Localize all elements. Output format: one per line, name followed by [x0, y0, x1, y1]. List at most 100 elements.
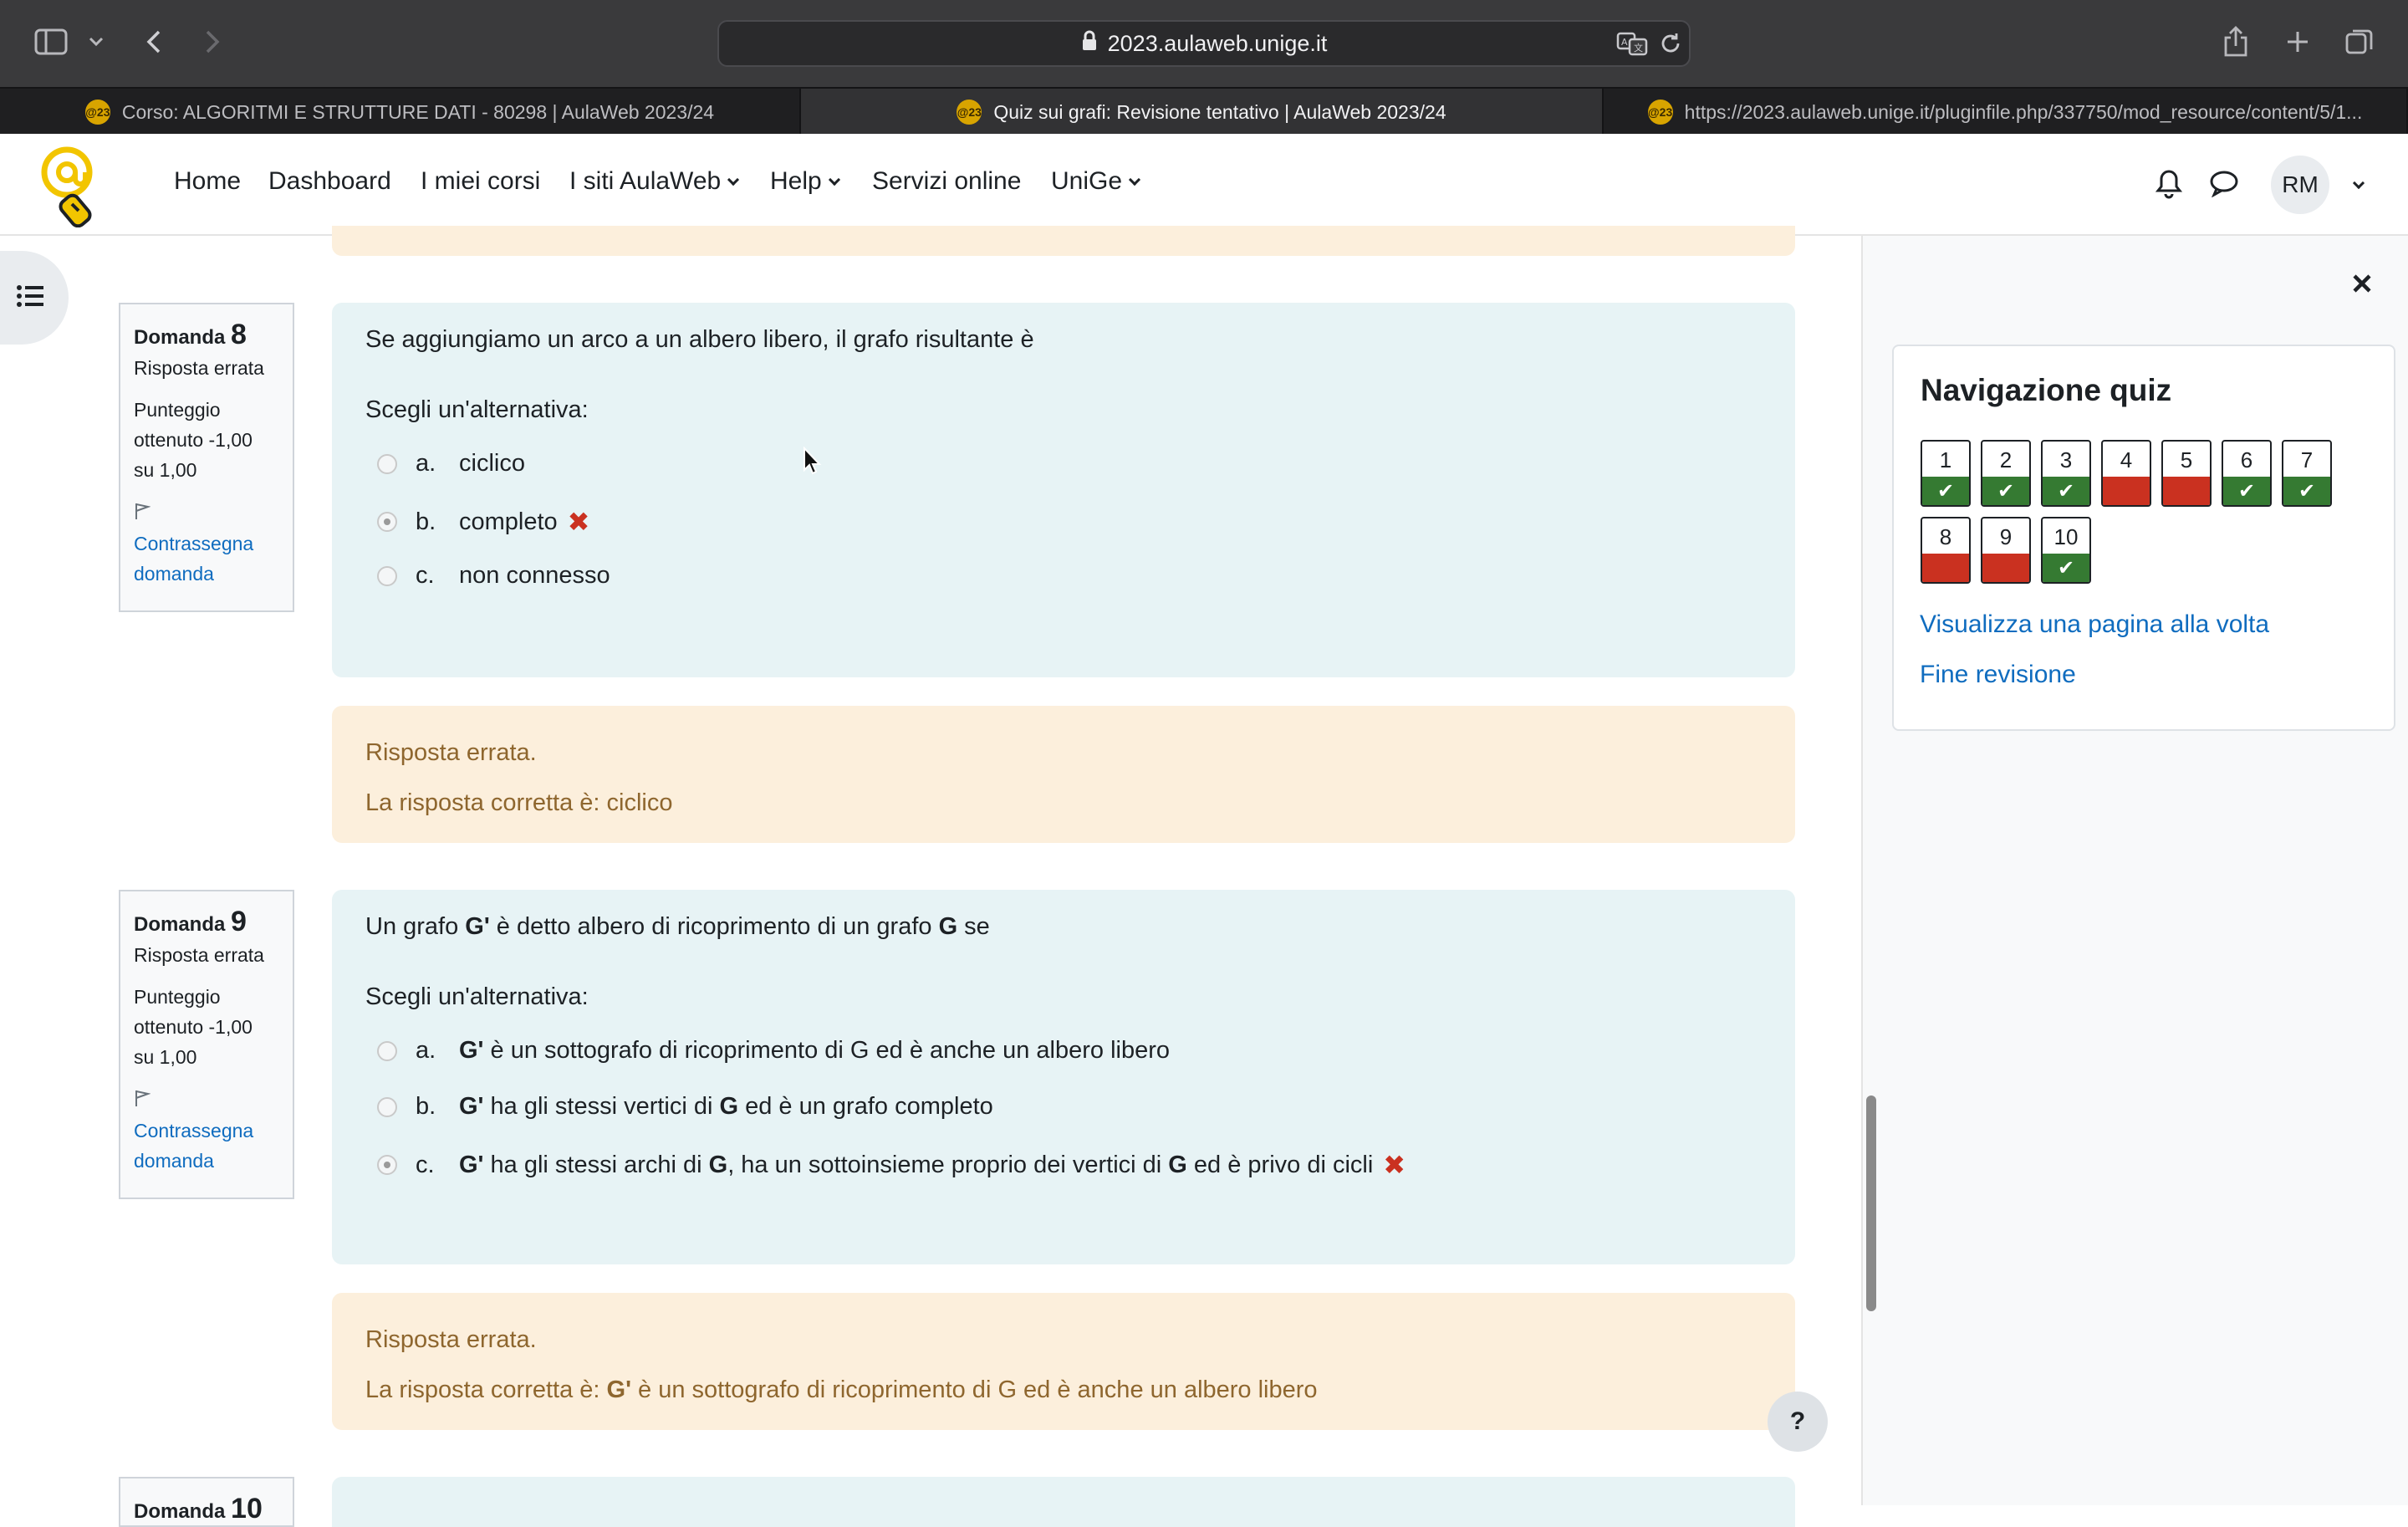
share-icon[interactable]	[2221, 23, 2251, 60]
avatar: RM	[2271, 156, 2329, 214]
nav-unige[interactable]: UniGe	[1051, 167, 1141, 196]
question-feedback-9: Risposta errata. La risposta corretta è:…	[332, 1293, 1795, 1430]
nav-unige-label: UniGe	[1051, 167, 1123, 195]
option-text: non connesso	[459, 562, 610, 589]
nav-aulaweb-sites[interactable]: I siti AulaWeb	[569, 167, 740, 196]
svg-text:A: A	[1621, 37, 1628, 48]
answer-prompt: Scegli un'alternativa:	[365, 396, 589, 423]
forward-icon[interactable]	[197, 27, 227, 57]
feedback-status: Risposta errata.	[365, 1326, 537, 1353]
nav-aulaweb-sites-label: I siti AulaWeb	[569, 167, 722, 195]
address-bar[interactable]: 2023.aulaweb.unige.it	[717, 20, 1691, 67]
lock-icon	[1081, 30, 1098, 58]
nav-help[interactable]: Help	[770, 167, 840, 196]
answer-option-a: a. ciclico	[377, 450, 525, 478]
option-text: G' ha gli stessi archi di G, ha un sotto…	[459, 1151, 1374, 1178]
check-icon: ✔	[2223, 477, 2270, 505]
radio-button[interactable]	[377, 453, 397, 474]
help-button-label: ?	[1789, 1407, 1806, 1435]
radio-button[interactable]	[377, 1096, 397, 1117]
nav-dashboard[interactable]: Dashboard	[268, 167, 391, 196]
correct-answer: La risposta corretta è: ciclico	[365, 789, 673, 816]
option-text: completo	[459, 508, 558, 535]
question-number: Domanda 8	[134, 319, 247, 350]
back-icon[interactable]	[139, 27, 169, 57]
chevron-down-icon	[828, 173, 840, 186]
tab-overview-icon[interactable]	[2343, 25, 2376, 59]
question-text: Se aggiungiamo un arco a un albero liber…	[365, 326, 1034, 353]
incorrect-icon: ✖	[1383, 1150, 1406, 1180]
answer-option-b: b. completo ✖	[377, 506, 589, 538]
nav-online-services[interactable]: Servizi online	[872, 167, 1021, 196]
browser-tab[interactable]: @23 Corso: ALGORITMI E STRUTTURE DATI - …	[0, 89, 801, 135]
translate-icon[interactable]: A文	[1615, 28, 1650, 59]
question-content-9: Un grafo G' è detto albero di ricoprimen…	[332, 890, 1795, 1264]
bell-icon[interactable]	[2155, 169, 2186, 199]
tab-title: Corso: ALGORITMI E STRUTTURE DATI - 8029…	[121, 100, 715, 123]
quiz-nav-button-1[interactable]: 1 ✔	[1921, 440, 1971, 507]
radio-button[interactable]	[377, 565, 397, 586]
question-info-8: Domanda 8 Risposta errata Punteggio otte…	[119, 303, 294, 612]
radio-button[interactable]	[377, 1040, 397, 1061]
question-content-8: Se aggiungiamo un arco a un albero liber…	[332, 303, 1795, 677]
question-info-10: Domanda 10	[119, 1477, 294, 1527]
answer-option-b: b. G' ha gli stessi vertici di G ed è un…	[377, 1093, 993, 1121]
svg-text:文: 文	[1634, 42, 1643, 54]
quiz-nav-button-4[interactable]: 4	[2101, 440, 2151, 507]
question-text: Un grafo G' è detto albero di ricoprimen…	[365, 913, 990, 940]
reload-icon[interactable]	[1657, 30, 1684, 57]
avatar-initials: RM	[2282, 171, 2319, 197]
incorrect-status	[2103, 477, 2150, 505]
show-one-page-link[interactable]: Visualizza una pagina alla volta	[1920, 610, 2269, 639]
user-menu[interactable]: RM	[2271, 156, 2371, 214]
help-button[interactable]: ?	[1768, 1392, 1828, 1452]
tab-bar: @23 Corso: ALGORITMI E STRUTTURE DATI - …	[0, 87, 2408, 135]
radio-button-selected[interactable]	[377, 512, 397, 532]
nav-my-courses[interactable]: I miei corsi	[421, 167, 540, 196]
question-number: Domanda 10	[134, 1493, 263, 1524]
incorrect-status	[2163, 477, 2210, 505]
new-tab-icon[interactable]	[2283, 27, 2313, 57]
quiz-nav-button-7[interactable]: 7 ✔	[2282, 440, 2332, 507]
quiz-nav-button-8[interactable]: 8	[1921, 517, 1971, 584]
chat-bubble-icon[interactable]	[2209, 169, 2241, 199]
chevron-down-icon[interactable]	[85, 30, 107, 54]
question-grade: Punteggio ottenuto -1,00 su 1,00	[134, 399, 253, 481]
course-index-toggle[interactable]	[0, 251, 69, 345]
question-state: Risposta errata	[134, 944, 264, 966]
previous-feedback-box	[332, 226, 1795, 256]
flag-icon	[134, 1090, 151, 1111]
quiz-nav-button-3[interactable]: 3 ✔	[2041, 440, 2091, 507]
incorrect-icon: ✖	[567, 507, 590, 537]
radio-button-selected[interactable]	[377, 1155, 397, 1175]
answer-option-a: a. G' è un sottografo di ricoprimento di…	[377, 1037, 1170, 1065]
flag-question-link[interactable]: Contrassegna domanda	[134, 498, 279, 589]
browser-toolbar: 2023.aulaweb.unige.it A文	[0, 0, 2408, 87]
chevron-down-icon	[727, 173, 740, 186]
incorrect-status	[1922, 554, 1969, 582]
quiz-nav-button-2[interactable]: 2 ✔	[1981, 440, 2031, 507]
aulaweb-logo[interactable]	[40, 144, 100, 228]
browser-tab-active[interactable]: @23 Quiz sui grafi: Revisione tentativo …	[801, 89, 1604, 135]
sidebar-toggle-icon[interactable]	[32, 25, 70, 59]
answer-prompt: Scegli un'alternativa:	[365, 983, 589, 1010]
quiz-nav-button-9[interactable]: 9	[1981, 517, 2031, 584]
quiz-nav-button-10[interactable]: 10 ✔	[2041, 517, 2091, 584]
chevron-down-icon	[1128, 173, 1141, 186]
quiz-nav-button-5[interactable]: 5	[2161, 440, 2212, 507]
quiz-nav-button-6[interactable]: 6 ✔	[2222, 440, 2272, 507]
tab-title: Quiz sui grafi: Revisione tentativo | Au…	[993, 100, 1446, 123]
check-icon: ✔	[1922, 477, 1969, 505]
nav-help-label: Help	[770, 167, 822, 195]
page-scrollbar[interactable]	[1866, 1095, 1876, 1311]
browser-tab[interactable]: @23 https://2023.aulaweb.unige.it/plugin…	[1604, 89, 2408, 135]
close-icon[interactable]	[2351, 273, 2376, 298]
finish-review-link[interactable]: Fine revisione	[1920, 661, 2076, 689]
nav-home[interactable]: Home	[174, 167, 241, 196]
flag-question-link[interactable]: Contrassegna domanda	[134, 1085, 279, 1176]
aulaweb-favicon-icon: @23	[84, 100, 110, 125]
check-icon: ✔	[1982, 477, 2029, 505]
answer-option-c: c. G' ha gli stessi archi di G, ha un so…	[377, 1149, 1406, 1181]
chevron-down-icon	[2352, 176, 2365, 190]
question-grade: Punteggio ottenuto -1,00 su 1,00	[134, 986, 253, 1068]
